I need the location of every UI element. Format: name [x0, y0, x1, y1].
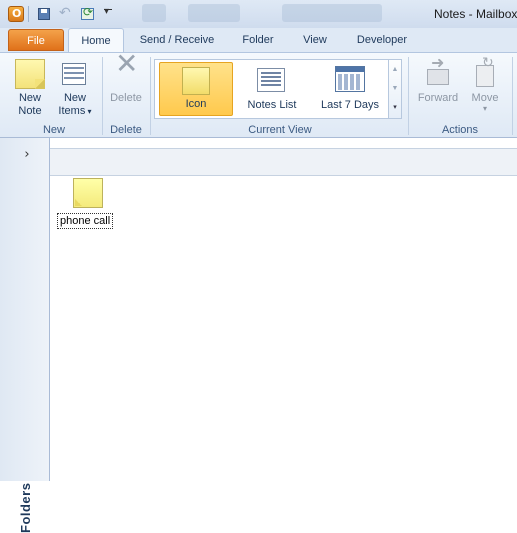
save-icon[interactable]	[36, 6, 52, 22]
sticky-note-icon[interactable]	[73, 178, 103, 208]
notes-view: phone call	[50, 138, 517, 481]
move-icon	[470, 56, 500, 89]
view-gallery: Icon Notes List Last 7 Days	[154, 59, 390, 119]
view-notes-list-label: Notes List	[247, 99, 297, 111]
gallery-up-icon[interactable]: ▲	[389, 60, 401, 79]
customize-qat-icon[interactable]	[100, 6, 116, 22]
gallery-scroll: ▲ ▼ ▾	[388, 59, 402, 119]
folder-pane[interactable]: › Folders	[0, 138, 50, 533]
group-label-current-view: Current View	[248, 124, 312, 136]
calendar-icon	[335, 66, 365, 92]
blurred-background-shape	[142, 4, 166, 22]
view-header-bar	[50, 148, 517, 176]
view-last-7-days-button[interactable]: Last 7 Days	[311, 62, 389, 116]
expand-folder-pane-icon[interactable]: ›	[18, 146, 36, 162]
ribbon: New Note New Items New Delete Delete Ico…	[0, 52, 517, 138]
forward-button[interactable]: Forward	[413, 57, 463, 105]
send-receive-icon[interactable]	[80, 5, 96, 22]
outlook-logo-icon[interactable]	[8, 6, 24, 22]
folder-pane-label: Folders	[18, 482, 33, 533]
tab-folder[interactable]: Folder	[234, 28, 282, 52]
forward-label: Forward	[417, 92, 459, 104]
move-button[interactable]: Move ▾	[465, 56, 505, 113]
ribbon-tab-row: File Home Send / Receive Folder View Dev…	[0, 28, 517, 53]
tab-file[interactable]: File	[8, 29, 64, 51]
note-title[interactable]: phone call	[57, 213, 114, 229]
group-separator	[512, 57, 513, 135]
view-last-7-days-label: Last 7 Days	[320, 99, 380, 111]
undo-icon[interactable]	[58, 4, 74, 22]
gallery-down-icon[interactable]: ▼	[389, 79, 401, 98]
notes-list-icon	[257, 68, 285, 92]
move-dropdown-icon: ▾	[482, 104, 487, 113]
view-icon-button[interactable]: Icon	[159, 62, 233, 116]
group-label-actions: Actions	[441, 124, 479, 136]
qat-separator	[28, 6, 29, 22]
window-title: Notes - Mailbox	[434, 7, 517, 21]
tab-developer[interactable]: Developer	[350, 28, 414, 52]
tab-send-receive[interactable]: Send / Receive	[134, 28, 220, 52]
title-bar: Notes - Mailbox	[0, 0, 517, 28]
view-icon-label: Icon	[185, 98, 207, 110]
gallery-more-icon[interactable]: ▾	[389, 98, 401, 117]
forward-icon	[423, 57, 453, 89]
ribbon-group-current-view: Icon Notes List Last 7 Days ▲ ▼ ▾ Curren…	[0, 55, 408, 137]
notes-icon-area[interactable]: phone call	[50, 176, 517, 481]
view-notes-list-button[interactable]: Notes List	[235, 62, 309, 116]
tab-view[interactable]: View	[298, 28, 332, 52]
icon-view-icon	[182, 67, 210, 95]
blurred-background-shape	[282, 4, 382, 22]
ribbon-group-actions: Forward Move ▾ Actions	[409, 55, 511, 137]
blurred-background-shape	[188, 4, 240, 22]
